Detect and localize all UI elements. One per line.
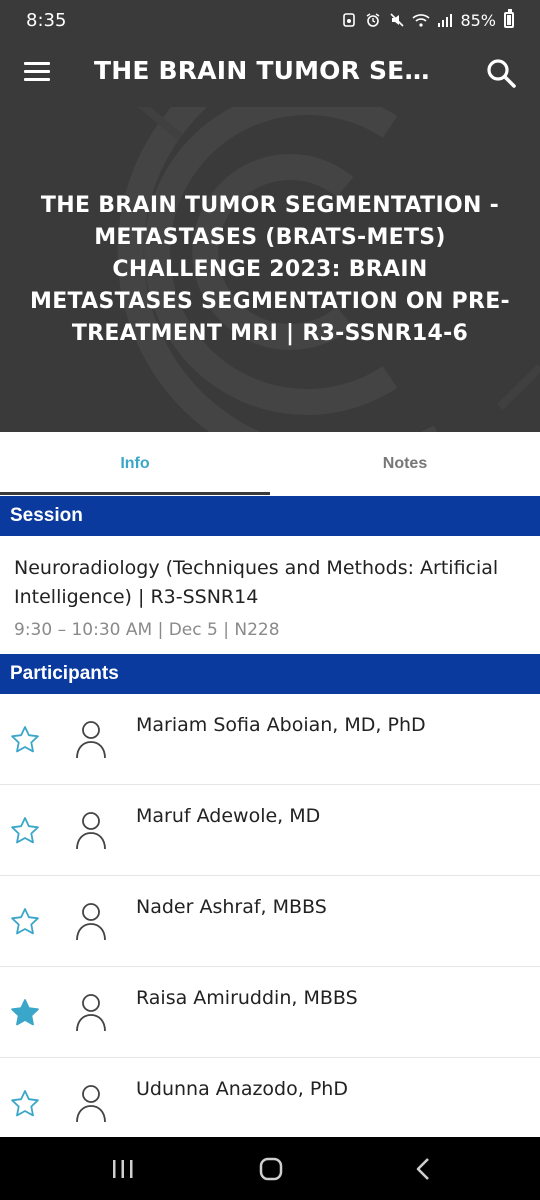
hero-banner: THE BRAIN TUMOR SEGMENTATION - METASTASE… xyxy=(0,107,540,432)
participant-row[interactable]: Nader Ashraf, MBBS xyxy=(0,876,540,967)
participant-row[interactable]: Raisa Amiruddin, MBBS xyxy=(0,967,540,1058)
tab-bar: Info Notes xyxy=(0,432,540,495)
participant-row[interactable]: Mariam Sofia Aboian, MD, PhD xyxy=(0,694,540,785)
status-bar: 8:35 85% xyxy=(0,0,540,40)
participant-name: Raisa Amiruddin, MBBS xyxy=(136,987,358,1009)
wifi-icon xyxy=(412,11,430,29)
alarm-icon xyxy=(364,11,382,29)
mute-icon xyxy=(388,11,406,29)
hero-title: THE BRAIN TUMOR SEGMENTATION - METASTASE… xyxy=(30,192,510,346)
back-icon[interactable] xyxy=(408,1155,438,1183)
person-icon xyxy=(74,719,108,759)
sim-icon xyxy=(340,11,358,29)
person-icon xyxy=(74,1083,108,1123)
session-info[interactable]: Neuroradiology (Techniques and Methods: … xyxy=(0,536,540,654)
tab-info[interactable]: Info xyxy=(0,432,270,495)
participant-name: Maruf Adewole, MD xyxy=(136,805,321,827)
session-meta: 9:30 – 10:30 AM | Dec 5 | N228 xyxy=(14,620,280,640)
recent-apps-icon[interactable] xyxy=(108,1155,138,1183)
status-icons: 85% xyxy=(340,9,514,30)
star-outline-icon[interactable] xyxy=(9,815,41,847)
hamburger-menu-icon[interactable] xyxy=(24,62,50,82)
search-icon[interactable] xyxy=(484,56,518,90)
battery-icon xyxy=(504,9,514,28)
status-time: 8:35 xyxy=(26,9,67,31)
battery-percent: 85% xyxy=(460,10,496,30)
participant-name: Nader Ashraf, MBBS xyxy=(136,896,327,918)
app-title: THE BRAIN TUMOR SEGMENTATION - METASTASE… xyxy=(94,56,444,85)
app-bar: THE BRAIN TUMOR SEGMENTATION - METASTASE… xyxy=(0,40,540,107)
person-icon xyxy=(74,992,108,1032)
signal-icon xyxy=(436,11,454,29)
person-icon xyxy=(74,901,108,941)
system-nav-bar xyxy=(0,1137,540,1200)
participant-row[interactable]: Maruf Adewole, MD xyxy=(0,785,540,876)
star-outline-icon[interactable] xyxy=(9,724,41,756)
participant-row[interactable]: Udunna Anazodo, PhD xyxy=(0,1058,540,1149)
participants-header: Participants xyxy=(0,654,540,694)
star-outline-icon[interactable] xyxy=(9,1088,41,1120)
tab-notes[interactable]: Notes xyxy=(270,432,540,495)
home-icon[interactable] xyxy=(256,1155,286,1183)
person-icon xyxy=(74,810,108,850)
participants-list: Mariam Sofia Aboian, MD, PhD Maruf Adewo… xyxy=(0,694,540,1149)
session-name: Neuroradiology (Techniques and Methods: … xyxy=(14,557,499,608)
star-filled-icon[interactable] xyxy=(9,997,41,1029)
session-header: Session xyxy=(0,496,540,536)
star-outline-icon[interactable] xyxy=(9,906,41,938)
participant-name: Udunna Anazodo, PhD xyxy=(136,1078,348,1100)
participant-name: Mariam Sofia Aboian, MD, PhD xyxy=(136,714,426,736)
